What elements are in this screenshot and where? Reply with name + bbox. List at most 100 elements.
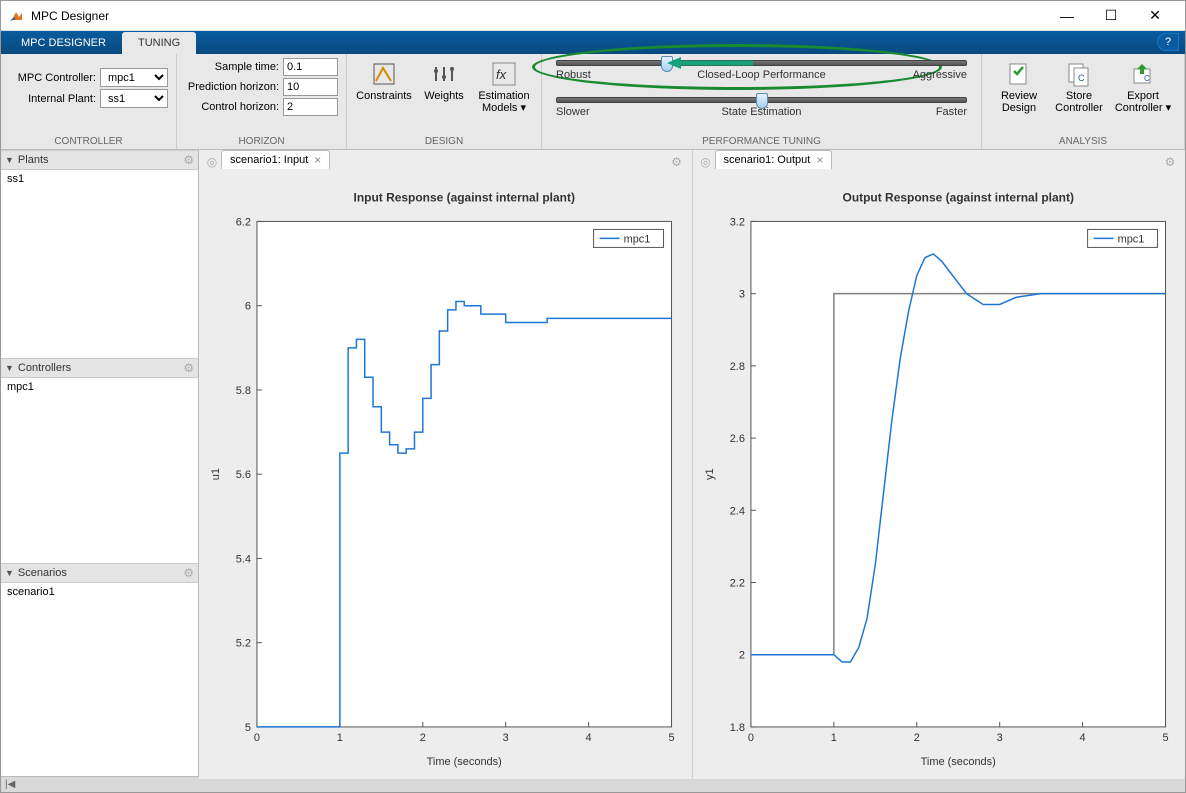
svg-text:5: 5 xyxy=(1162,732,1168,744)
svg-text:0: 0 xyxy=(254,732,260,744)
svg-text:0: 0 xyxy=(747,732,753,744)
group-tuning-label: PERFORMANCE TUNING xyxy=(556,134,967,149)
svg-text:mpc1: mpc1 xyxy=(1117,233,1144,245)
fx-icon: fx xyxy=(490,60,518,88)
slider1-right-label: Aggressive xyxy=(913,69,967,81)
help-button[interactable]: ? xyxy=(1157,33,1179,51)
slider1-center-label: Closed-Loop Performance xyxy=(697,69,825,81)
svg-text:u1: u1 xyxy=(210,468,222,480)
internal-plant-label: Internal Plant: xyxy=(28,93,96,105)
output-plot-tab[interactable]: scenario1: Output× xyxy=(715,150,833,169)
tab-tuning[interactable]: TUNING xyxy=(122,32,196,54)
svg-text:5.2: 5.2 xyxy=(236,638,251,650)
estimation-models-button[interactable]: fx Estimation Models ▾ xyxy=(475,58,533,114)
svg-text:fx: fx xyxy=(496,67,507,82)
previous-button[interactable]: |◀ xyxy=(5,779,15,790)
mpc-controller-label: MPC Controller: xyxy=(18,72,96,84)
constraints-button[interactable]: Constraints xyxy=(355,58,413,114)
svg-text:Output Response (against inter: Output Response (against internal plant) xyxy=(842,190,1073,204)
performance-tuning-group: Robust Closed-Loop Performance Aggressiv… xyxy=(542,54,982,149)
gear-icon[interactable]: ◎ xyxy=(697,155,715,169)
maximize-button[interactable]: ☐ xyxy=(1089,2,1133,30)
svg-text:2: 2 xyxy=(420,732,426,744)
closed-loop-slider[interactable] xyxy=(556,60,967,66)
chevron-down-icon: ▼ xyxy=(5,363,14,373)
svg-text:6.2: 6.2 xyxy=(236,216,251,228)
svg-text:1: 1 xyxy=(830,732,836,744)
control-horizon-input[interactable] xyxy=(283,98,338,116)
weights-icon xyxy=(430,60,458,88)
group-controller-label: CONTROLLER xyxy=(9,134,168,149)
title-bar: MPC Designer — ☐ ✕ xyxy=(1,1,1185,31)
ribbon: MPC Controller: mpc1 Internal Plant: ss1… xyxy=(1,54,1185,150)
svg-text:2: 2 xyxy=(913,732,919,744)
store-controller-button[interactable]: C Store Controller xyxy=(1050,58,1108,114)
svg-text:Time (seconds): Time (seconds) xyxy=(427,756,502,768)
scenarios-header[interactable]: ▼Scenarios⚙ xyxy=(1,563,198,583)
svg-text:4: 4 xyxy=(586,732,592,744)
slider2-center-label: State Estimation xyxy=(721,106,801,118)
group-horizon-label: HORIZON xyxy=(185,134,338,149)
gear-icon[interactable]: ◎ xyxy=(203,155,221,169)
control-horizon-label: Control horizon: xyxy=(201,101,279,113)
gear-icon[interactable]: ⚙ xyxy=(1161,155,1179,169)
mpc-controller-select[interactable]: mpc1 xyxy=(100,68,168,87)
minimize-button[interactable]: — xyxy=(1045,2,1089,30)
svg-text:Input Response (against intern: Input Response (against internal plant) xyxy=(354,190,575,204)
prediction-horizon-input[interactable] xyxy=(283,78,338,96)
review-icon xyxy=(1005,60,1033,88)
svg-text:1.8: 1.8 xyxy=(729,722,744,734)
prediction-horizon-label: Prediction horizon: xyxy=(188,81,279,93)
svg-text:2: 2 xyxy=(738,650,744,662)
svg-text:C: C xyxy=(1144,74,1150,83)
sample-time-input[interactable] xyxy=(283,58,338,76)
svg-text:2.2: 2.2 xyxy=(729,578,744,590)
tab-mpc-designer[interactable]: MPC DESIGNER xyxy=(5,32,122,54)
input-plot[interactable]: 01234555.25.45.65.866.2Input Response (a… xyxy=(199,169,692,779)
chevron-down-icon: ▼ xyxy=(5,155,14,165)
svg-text:2.8: 2.8 xyxy=(729,361,744,373)
scenarios-item[interactable]: scenario1 xyxy=(1,583,198,601)
constraints-icon xyxy=(370,60,398,88)
svg-text:5.4: 5.4 xyxy=(236,553,251,565)
svg-text:Time (seconds): Time (seconds) xyxy=(920,756,995,768)
store-icon: C xyxy=(1065,60,1093,88)
controllers-header[interactable]: ▼Controllers⚙ xyxy=(1,358,198,378)
plants-header[interactable]: ▼Plants⚙ xyxy=(1,150,198,170)
svg-text:3: 3 xyxy=(996,732,1002,744)
input-plot-tab[interactable]: scenario1: Input× xyxy=(221,150,330,169)
svg-text:2.4: 2.4 xyxy=(729,505,744,517)
group-analysis-label: ANALYSIS xyxy=(990,134,1176,149)
chevron-down-icon: ▼ xyxy=(5,568,14,578)
plot-area: ◎ scenario1: Input× ⚙ 01234555.25.45.65.… xyxy=(199,150,1185,776)
toolstrip-tabs: MPC DESIGNER TUNING ? xyxy=(1,31,1185,54)
weights-button[interactable]: Weights xyxy=(415,58,473,114)
svg-text:5.6: 5.6 xyxy=(236,469,251,481)
export-controller-button[interactable]: C Export Controller ▾ xyxy=(1110,58,1176,114)
svg-text:2.6: 2.6 xyxy=(729,433,744,445)
gear-icon[interactable]: ⚙ xyxy=(183,566,194,580)
state-estimation-slider[interactable] xyxy=(556,97,967,103)
matlab-logo-icon xyxy=(9,8,25,24)
controllers-item[interactable]: mpc1 xyxy=(1,378,198,396)
window-title: MPC Designer xyxy=(31,9,1045,23)
svg-text:3.2: 3.2 xyxy=(729,216,744,228)
output-plot[interactable]: 0123451.822.22.42.62.833.2Output Respons… xyxy=(693,169,1186,779)
svg-text:5.8: 5.8 xyxy=(236,385,251,397)
closed-loop-slider-thumb[interactable] xyxy=(661,56,673,72)
slider2-right-label: Faster xyxy=(936,106,967,118)
gear-icon[interactable]: ⚙ xyxy=(183,153,194,167)
svg-text:mpc1: mpc1 xyxy=(624,233,651,245)
close-button[interactable]: ✕ xyxy=(1133,2,1177,30)
gear-icon[interactable]: ⚙ xyxy=(668,155,686,169)
close-icon[interactable]: × xyxy=(816,153,823,167)
svg-text:y1: y1 xyxy=(703,468,715,480)
svg-text:3: 3 xyxy=(738,289,744,301)
sample-time-label: Sample time: xyxy=(215,61,279,73)
review-design-button[interactable]: Review Design xyxy=(990,58,1048,114)
internal-plant-select[interactable]: ss1 xyxy=(100,89,168,108)
gear-icon[interactable]: ⚙ xyxy=(183,361,194,375)
plants-item[interactable]: ss1 xyxy=(1,170,198,188)
svg-text:1: 1 xyxy=(337,732,343,744)
close-icon[interactable]: × xyxy=(314,153,321,167)
